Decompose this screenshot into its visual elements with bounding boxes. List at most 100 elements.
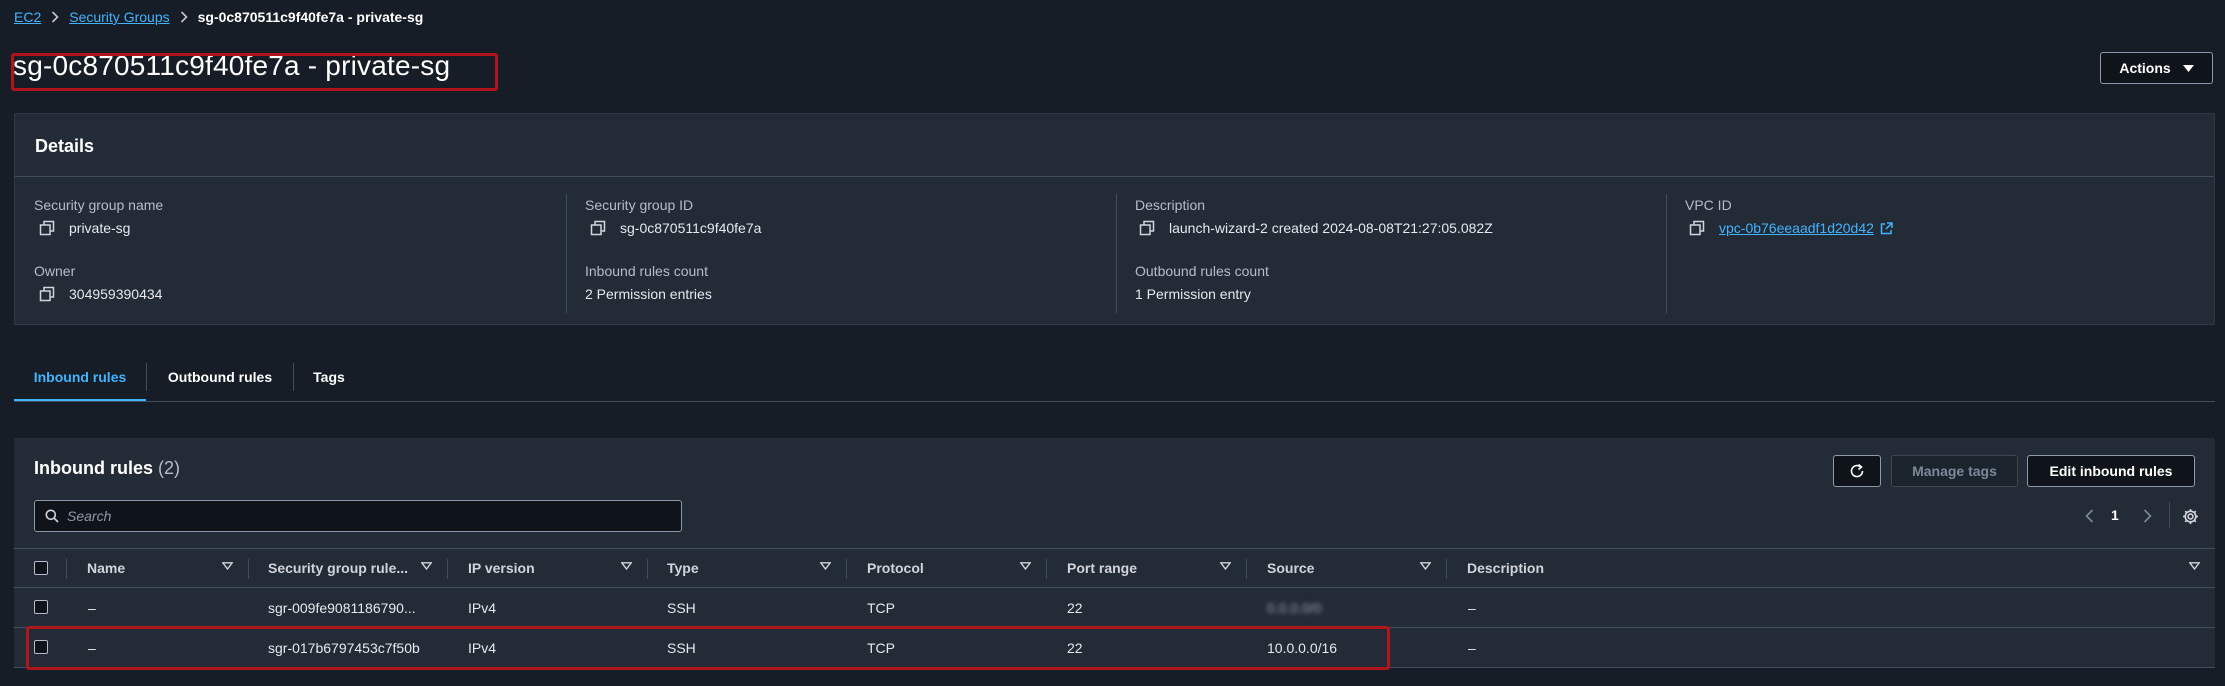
table-header: Name Security group rule... IP version T… [14, 548, 2215, 588]
description-value: launch-wizard-2 created 2024-08-08T21:27… [1139, 220, 1493, 236]
table-row[interactable]: – sgr-009fe9081186790... IPv4 SSH TCP 22… [14, 588, 2215, 628]
search-input[interactable] [67, 508, 647, 524]
vpc-id-link[interactable]: vpc-0b76eeaadf1d20d42 [1719, 220, 1874, 236]
column-header-rule-id[interactable]: Security group rule... [268, 549, 408, 587]
column-divider [1666, 194, 1667, 313]
tab-tags[interactable]: Tags [294, 353, 364, 401]
manage-tags-button[interactable]: Manage tags [1891, 455, 2018, 487]
chevron-right-icon [51, 11, 59, 23]
cell-type: SSH [667, 639, 696, 656]
tab-outbound-rules[interactable]: Outbound rules [147, 353, 293, 401]
inbound-count-label: Inbound rules count [585, 263, 708, 279]
inbound-count-value: 2 Permission entries [585, 286, 712, 302]
sort-caret-icon[interactable] [621, 562, 633, 574]
cell-description: – [1468, 639, 1476, 656]
sort-caret-icon[interactable] [1220, 562, 1232, 574]
column-divider [1116, 194, 1117, 313]
actions-button[interactable]: Actions [2100, 52, 2213, 84]
header-divider [66, 559, 67, 579]
outbound-count-value: 1 Permission entry [1135, 286, 1251, 302]
table-row[interactable]: – sgr-017b6797453c7f50b IPv4 SSH TCP 22 … [14, 628, 2215, 668]
edit-inbound-rules-button[interactable]: Edit inbound rules [2027, 455, 2195, 487]
cell-description: – [1468, 599, 1476, 616]
inbound-rules-count: (2) [158, 458, 181, 478]
sg-name-text: private-sg [69, 220, 131, 236]
description-label: Description [1135, 197, 1206, 213]
chevron-right-icon [180, 11, 188, 23]
tab-bar: Inbound rules Outbound rules Tags [14, 353, 364, 402]
header-divider [647, 559, 648, 579]
sg-id-value: sg-0c870511c9f40fe7a [590, 220, 761, 236]
select-all-checkbox[interactable] [34, 561, 48, 575]
refresh-icon [1849, 463, 1865, 479]
column-header-ip-version[interactable]: IP version [468, 549, 535, 587]
tab-inbound-rules[interactable]: Inbound rules [14, 353, 146, 402]
inbound-rules-title: Inbound rules [34, 458, 153, 478]
header-divider [447, 559, 448, 579]
breadcrumb-current: sg-0c870511c9f40fe7a - private-sg [197, 9, 424, 25]
sort-caret-icon[interactable] [820, 562, 832, 574]
owner-text: 304959390434 [69, 286, 163, 302]
column-header-protocol[interactable]: Protocol [867, 549, 924, 587]
details-heading: Details [15, 114, 2214, 177]
sort-caret-icon[interactable] [1420, 562, 1432, 574]
column-header-type[interactable]: Type [667, 549, 699, 587]
vpc-id-value: vpc-0b76eeaadf1d20d42 [1689, 220, 1893, 236]
cell-type: SSH [667, 599, 696, 616]
owner-value: 304959390434 [39, 286, 162, 302]
copy-icon[interactable] [1139, 220, 1155, 236]
refresh-button[interactable] [1833, 455, 1881, 487]
description-text: launch-wizard-2 created 2024-08-08T21:27… [1169, 220, 1493, 236]
owner-label: Owner [34, 263, 76, 279]
sort-caret-icon[interactable] [421, 562, 433, 574]
cell-source-redacted: 0.0.0.0/0 [1267, 599, 1322, 616]
copy-icon[interactable] [1689, 220, 1705, 236]
column-header-source[interactable]: Source [1267, 549, 1314, 587]
cell-port-range: 22 [1067, 639, 1083, 656]
gear-icon[interactable] [2181, 507, 2199, 525]
cell-name: – [88, 599, 96, 616]
column-header-name[interactable]: Name [87, 549, 125, 587]
cell-ip-version: IPv4 [468, 599, 497, 616]
copy-icon[interactable] [39, 220, 55, 236]
header-divider [1246, 559, 1247, 579]
column-header-port-range[interactable]: Port range [1067, 549, 1137, 587]
inbound-rules-heading: Inbound rules (2) [34, 458, 180, 479]
cell-ip-version: IPv4 [468, 639, 497, 656]
header-divider [248, 559, 249, 579]
vpc-id-label: VPC ID [1685, 197, 1732, 213]
cell-source: 10.0.0.0/16 [1267, 639, 1338, 656]
row-checkbox[interactable] [34, 600, 48, 614]
sort-caret-icon[interactable] [1020, 562, 1032, 574]
actions-label: Actions [2119, 60, 2171, 76]
chevron-right-icon[interactable] [2139, 508, 2155, 524]
chevron-left-icon[interactable] [2081, 508, 2097, 524]
sort-caret-icon[interactable] [2189, 562, 2201, 574]
row-checkbox[interactable] [34, 640, 48, 654]
cell-protocol: TCP [867, 599, 895, 616]
search-icon [45, 509, 59, 523]
sg-name-value: private-sg [39, 220, 130, 236]
cell-rule-id: sgr-009fe9081186790... [268, 599, 416, 616]
breadcrumb-link-ec2[interactable]: EC2 [14, 9, 41, 25]
breadcrumb: EC2 Security Groups sg-0c870511c9f40fe7a… [14, 8, 423, 26]
column-header-description[interactable]: Description [1467, 549, 1544, 587]
sort-caret-icon[interactable] [222, 562, 234, 574]
sg-id-text: sg-0c870511c9f40fe7a [620, 220, 762, 236]
pagination-divider [2169, 502, 2170, 528]
copy-icon[interactable] [590, 220, 606, 236]
column-divider [566, 194, 567, 313]
header-divider [846, 559, 847, 579]
details-panel: Details Security group name private-sg O… [14, 113, 2215, 325]
search-field[interactable] [34, 500, 682, 532]
cell-name: – [88, 639, 96, 656]
external-link-icon[interactable] [1880, 221, 1893, 235]
breadcrumb-link-security-groups[interactable]: Security Groups [69, 9, 169, 25]
copy-icon[interactable] [39, 286, 55, 302]
caret-down-icon [2182, 64, 2194, 72]
sg-id-label: Security group ID [585, 197, 694, 213]
page-title: sg-0c870511c9f40fe7a - private-sg [13, 50, 451, 81]
page-number[interactable]: 1 [2111, 507, 2119, 523]
header-divider [1046, 559, 1047, 579]
outbound-count-label: Outbound rules count [1135, 263, 1269, 279]
